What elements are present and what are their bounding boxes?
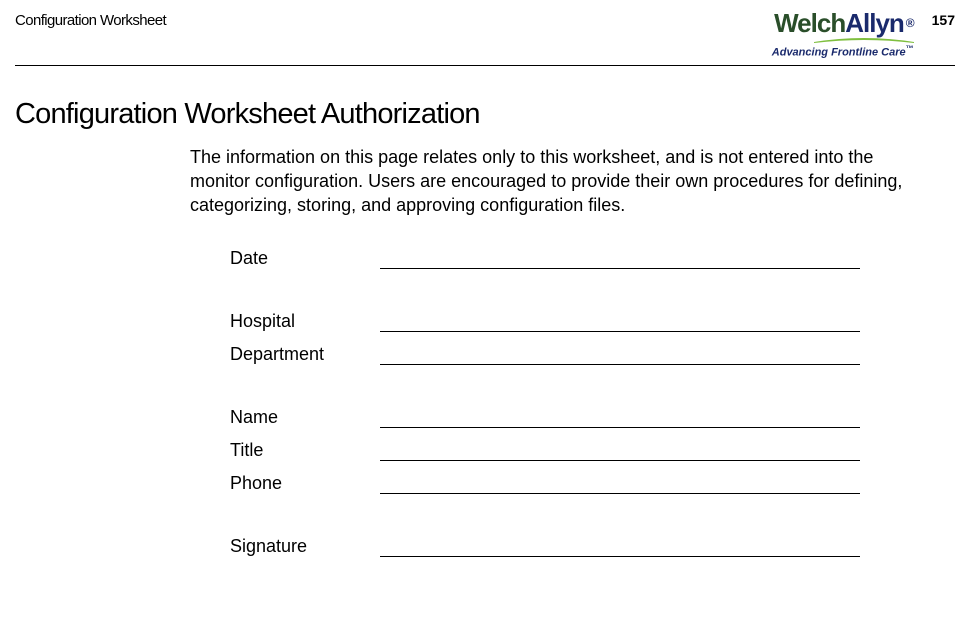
blank-line [380, 445, 860, 461]
field-hospital: Hospital [230, 311, 955, 332]
blank-line [380, 349, 860, 365]
registered-icon: ® [904, 17, 914, 29]
field-department: Department [230, 344, 955, 365]
label-hospital: Hospital [230, 311, 380, 332]
brand-welch: Welch [774, 10, 845, 36]
field-signature: Signature [230, 536, 955, 557]
field-name: Name [230, 407, 955, 428]
brand-wordmark: WelchAllyn® [774, 10, 914, 36]
label-department: Department [230, 344, 380, 365]
label-name: Name [230, 407, 380, 428]
trademark-icon: ™ [906, 44, 914, 53]
blank-line [380, 253, 860, 269]
intro-paragraph: The information on this page relates onl… [190, 145, 935, 218]
brand-allyn: Allyn [845, 10, 904, 36]
page-number: 157 [932, 10, 955, 28]
blank-line [380, 541, 860, 557]
blank-line [380, 412, 860, 428]
blank-line [380, 316, 860, 332]
field-date: Date [230, 248, 955, 269]
running-head: Configuration Worksheet [15, 10, 166, 29]
page-header: Configuration Worksheet WelchAllyn® Adva… [15, 10, 955, 66]
header-right: WelchAllyn® Advancing Frontline Care™ 15… [772, 10, 955, 59]
label-title: Title [230, 440, 380, 461]
blank-line [380, 478, 860, 494]
label-phone: Phone [230, 473, 380, 494]
brand-swoosh-icon [814, 37, 914, 43]
form-fields: Date Hospital Department Name Title Phon… [230, 248, 955, 557]
section-heading: Configuration Worksheet Authorization [15, 98, 955, 131]
brand-tagline: Advancing Frontline Care™ [772, 45, 914, 59]
brand-logo: WelchAllyn® Advancing Frontline Care™ [772, 10, 914, 59]
label-signature: Signature [230, 536, 380, 557]
field-phone: Phone [230, 473, 955, 494]
field-title: Title [230, 440, 955, 461]
label-date: Date [230, 248, 380, 269]
